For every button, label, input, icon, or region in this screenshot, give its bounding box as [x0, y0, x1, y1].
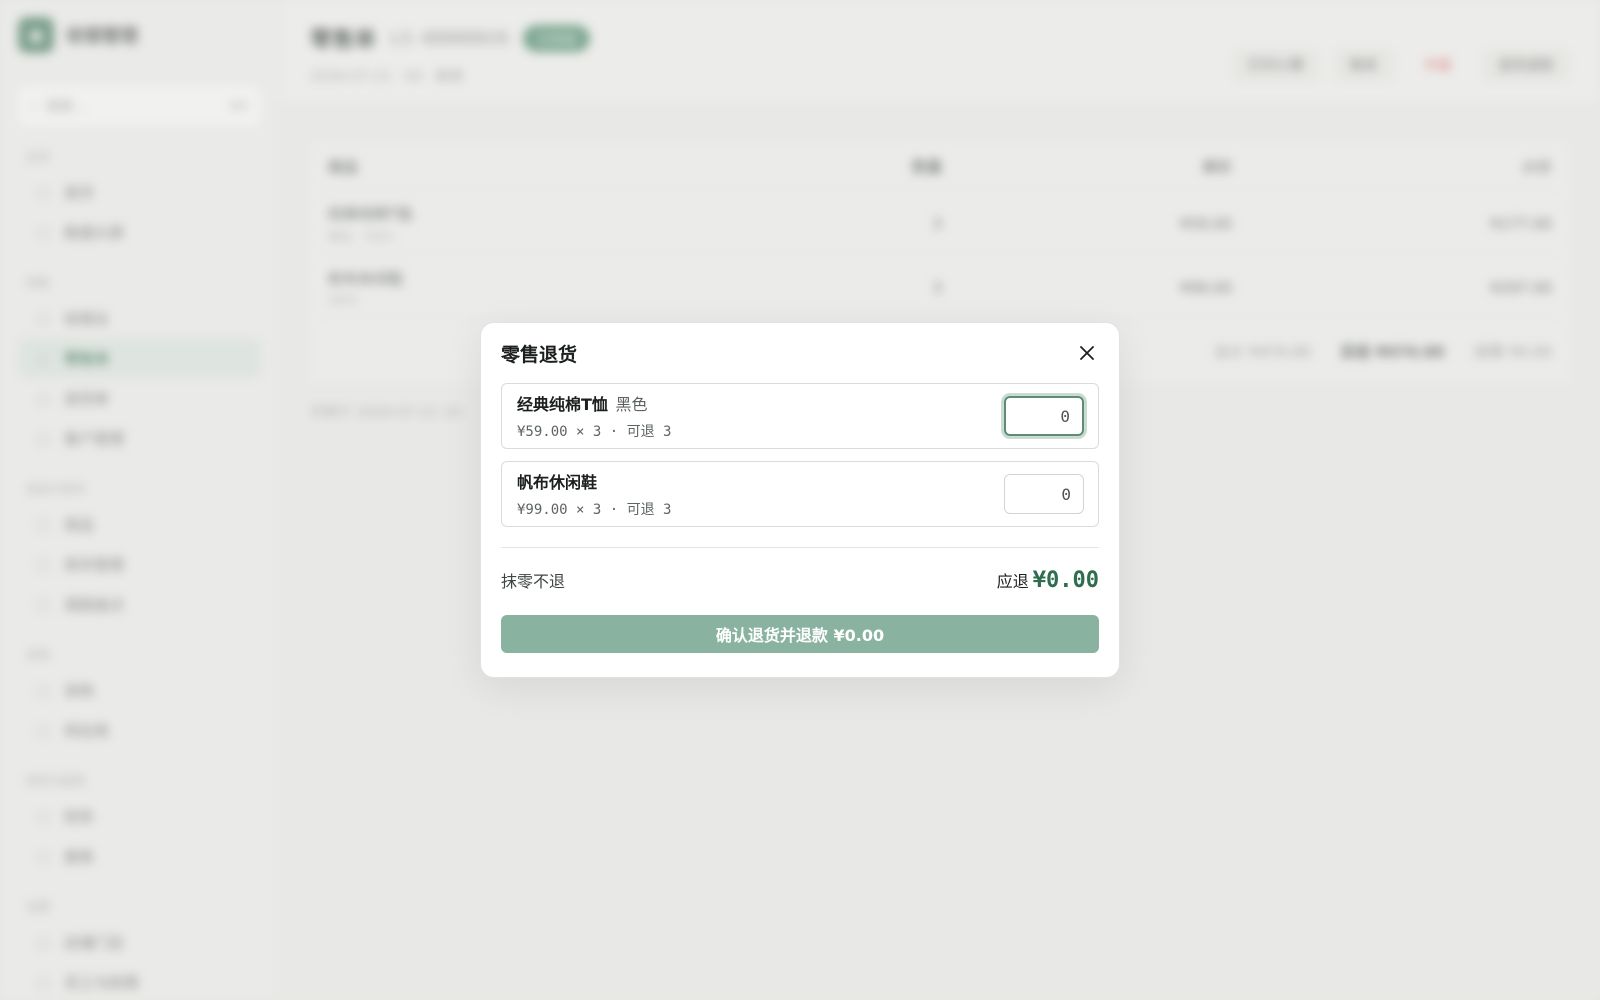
close-button[interactable] [1075, 341, 1099, 365]
confirm-refund-button[interactable]: 确认退货并退款 ¥0.00 [501, 615, 1099, 653]
return-qty-input[interactable] [1004, 474, 1084, 514]
dialog-title: 零售退货 [501, 343, 578, 366]
item-meta: ¥99.00 × 3 · 可退 3 [517, 502, 672, 518]
return-dialog: 零售退货 经典纯棉T恤 黑色 ¥59.00 × 3 · 可退 3 帆布休闲鞋 ¥… [480, 322, 1120, 678]
return-qty-input[interactable] [1004, 396, 1084, 436]
item-meta: ¥59.00 × 3 · 可退 3 [517, 424, 672, 440]
item-variant: 黑色 [615, 395, 648, 414]
dialog-header: 零售退货 [501, 341, 1099, 366]
return-item: 经典纯棉T恤 黑色 ¥59.00 × 3 · 可退 3 [501, 383, 1099, 449]
item-name: 经典纯棉T恤 [517, 395, 608, 414]
return-item: 帆布休闲鞋 ¥99.00 × 3 · 可退 3 [501, 461, 1099, 527]
refund-label: 应退 [996, 571, 1029, 591]
close-icon [1080, 346, 1094, 360]
refund-summary: 抹零不退 应退 ¥0.00 [501, 548, 1099, 612]
refund-amount: ¥0.00 [1032, 567, 1099, 593]
item-name: 帆布休闲鞋 [517, 473, 598, 492]
rounding-note: 抹零不退 [501, 572, 566, 591]
